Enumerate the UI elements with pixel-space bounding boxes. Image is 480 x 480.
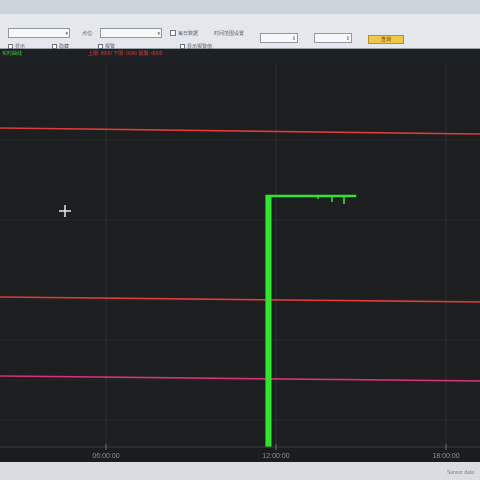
monitor-screen: ▾ 点位: ▾ 每日数据 时间范围设置 ⇕ ⇕ 查询 显示 隐藏 报警 显示报警…: [0, 0, 480, 480]
series-line-0: [265, 194, 357, 449]
x-tick-label: 18:00:00: [432, 453, 459, 460]
x-tick-label: 06:00:00: [92, 453, 119, 460]
trend-chart: 06:00:00 12:00:00 18:00:00: [0, 64, 480, 463]
status-bar: Sensor data: [0, 462, 480, 480]
limit-line-middle: [0, 296, 480, 303]
limit-line-upper: [0, 127, 480, 135]
x-axis-band: [0, 447, 480, 463]
x-tick-label: 12:00:00: [262, 453, 289, 460]
status-text: Sensor data: [447, 470, 474, 476]
